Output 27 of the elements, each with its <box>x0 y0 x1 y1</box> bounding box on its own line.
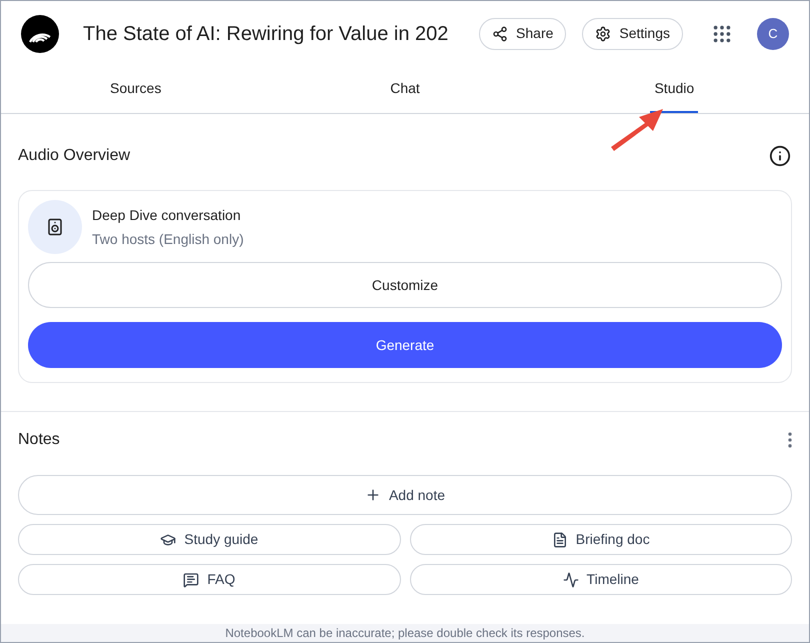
disclaimer-text: NotebookLM can be inaccurate; please double check its responses. <box>225 625 585 642</box>
settings-button[interactable]: Settings <box>582 18 683 50</box>
share-icon <box>492 26 508 42</box>
tab[interactable]: Chat <box>386 66 424 113</box>
document-icon <box>552 532 568 548</box>
note-tool-button[interactable]: Study guide <box>18 524 400 555</box>
section-title: Notes <box>18 430 60 450</box>
logo-icon <box>21 14 59 52</box>
chat-icon <box>183 572 200 588</box>
note-tool-button[interactable]: FAQ <box>18 564 400 595</box>
add-note-button[interactable]: Add note <box>18 475 792 515</box>
graduation-cap-icon <box>160 532 176 548</box>
note-tool-button[interactable]: Timeline <box>410 564 792 595</box>
share-button[interactable]: Share <box>479 18 566 50</box>
plus-icon <box>364 487 381 503</box>
customize-button[interactable]: Customize <box>28 262 782 308</box>
note-tool-button[interactable]: Briefing doc <box>410 524 792 555</box>
info-icon[interactable] <box>769 145 791 167</box>
audio-subtitle: Two hosts (English only) <box>92 230 244 249</box>
settings-icon <box>595 26 612 42</box>
audio-title: Deep Dive conversation <box>92 206 242 225</box>
avatar[interactable]: C <box>757 18 789 50</box>
trend-line-icon <box>562 572 579 588</box>
notebook-title: The State of AI: Rewiring for Value in 202 <box>83 22 448 46</box>
tab[interactable]: Sources <box>106 66 166 113</box>
generate-button[interactable]: Generate <box>28 322 782 368</box>
section-title: Audio Overview <box>18 146 130 166</box>
